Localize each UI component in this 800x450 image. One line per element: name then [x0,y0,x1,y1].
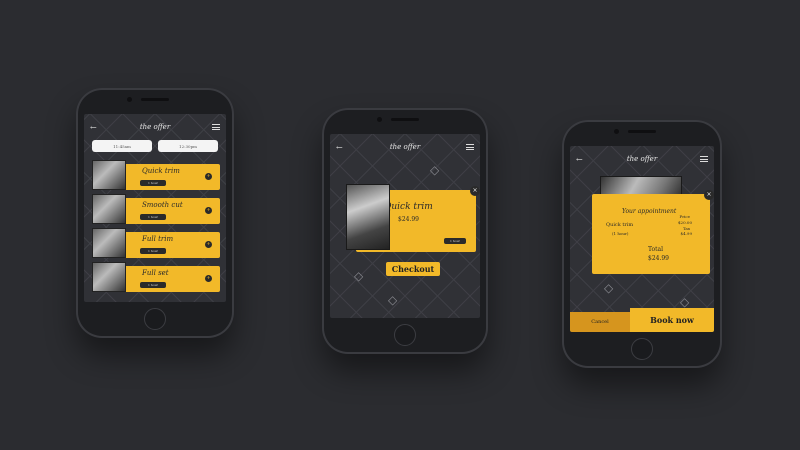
add-icon[interactable]: + [205,275,212,282]
barber-photo [346,184,390,250]
camera-dot [127,97,132,102]
appointment-card: × Your appointment Quick trim (1 hour) P… [592,190,714,274]
diamond-icon: ◇ [680,295,690,309]
appointment-heading: Your appointment [622,208,677,215]
phone-service-list: ← the offer 11:45am 12:30pm Quick trim 1… [76,88,234,338]
duration-pill: 1 hour [140,248,166,254]
add-icon[interactable]: + [205,207,212,214]
app-logo: the offer [139,123,171,131]
screen: ← the offer Quick trim $24.99 1 hour × C… [330,134,480,318]
hamburger-menu-icon[interactable] [466,143,474,152]
diamond-icon: ◇ [604,281,614,295]
service-name: Quick trim [606,222,634,228]
back-arrow-icon[interactable]: ← [336,143,343,152]
camera-dot [614,129,619,134]
duration-pill: 1 hour [140,180,166,186]
price-label: Price [679,214,691,219]
app-logo: the offer [389,143,421,151]
time-tabs: 11:45am 12:30pm [92,140,218,152]
service-title: Smooth cut [142,201,183,209]
phone-service-detail: ← the offer Quick trim $24.99 1 hour × C… [322,108,488,354]
service-photo [92,228,126,258]
duration-pill: 1 hour [140,282,166,288]
back-arrow-icon[interactable]: ← [576,155,583,164]
duration-pill: 1 hour [444,238,466,244]
diamond-icon: ◇ [388,293,398,307]
service-title: Quick trim [384,202,433,212]
speaker-slot [141,98,169,101]
tab-time-1[interactable]: 11:45am [92,140,152,152]
add-icon[interactable]: + [205,173,212,180]
service-photo [92,194,126,224]
service-card-full-trim[interactable]: Full trim 1 hour + [92,228,220,258]
service-duration: (1 hour) [612,231,629,236]
tax-value: $4.99 [680,231,692,236]
top-bar: ← the offer [570,150,714,168]
service-photo [92,160,126,190]
speaker-slot [628,130,656,133]
home-button[interactable] [394,324,416,346]
price-value: $20.00 [678,220,692,225]
checkout-button[interactable]: Checkout [386,262,440,276]
cancel-button[interactable]: Cancel [570,312,630,332]
service-photo [92,262,126,292]
hamburger-menu-icon[interactable] [700,155,708,164]
app-logo: the offer [626,155,658,163]
close-icon[interactable]: × [470,186,480,196]
tab-time-2[interactable]: 12:30pm [158,140,218,152]
top-bar: ← the offer [330,138,480,156]
service-card-quick-trim[interactable]: Quick trim 1 hour + [92,160,220,190]
home-button[interactable] [144,308,166,330]
phone-appointment: ← the offer × Your appointment Quick tri… [562,120,722,368]
book-now-button[interactable]: Book now [630,308,714,332]
diamond-icon: ◇ [354,269,364,283]
service-card-smooth-cut[interactable]: Smooth cut 1 hour + [92,194,220,224]
service-title: Full set [142,269,169,277]
duration-pill: 1 hour [140,214,166,220]
add-icon[interactable]: + [205,241,212,248]
screen: ← the offer × Your appointment Quick tri… [570,146,714,332]
diamond-icon: ◇ [430,163,440,177]
service-card-full-set[interactable]: Full set 1 hour + [92,262,220,292]
total-value: $24.99 [648,255,669,262]
total-label: Total [648,246,664,253]
home-button[interactable] [631,338,653,360]
top-bar: ← the offer [84,118,226,136]
service-title: Full trim [142,235,174,243]
close-icon[interactable]: × [704,190,714,200]
screen: ← the offer 11:45am 12:30pm Quick trim 1… [84,114,226,302]
speaker-slot [391,118,419,121]
service-title: Quick trim [142,167,180,175]
camera-dot [377,117,382,122]
back-arrow-icon[interactable]: ← [90,123,97,132]
service-price: $24.99 [398,216,419,223]
hamburger-menu-icon[interactable] [212,123,220,132]
